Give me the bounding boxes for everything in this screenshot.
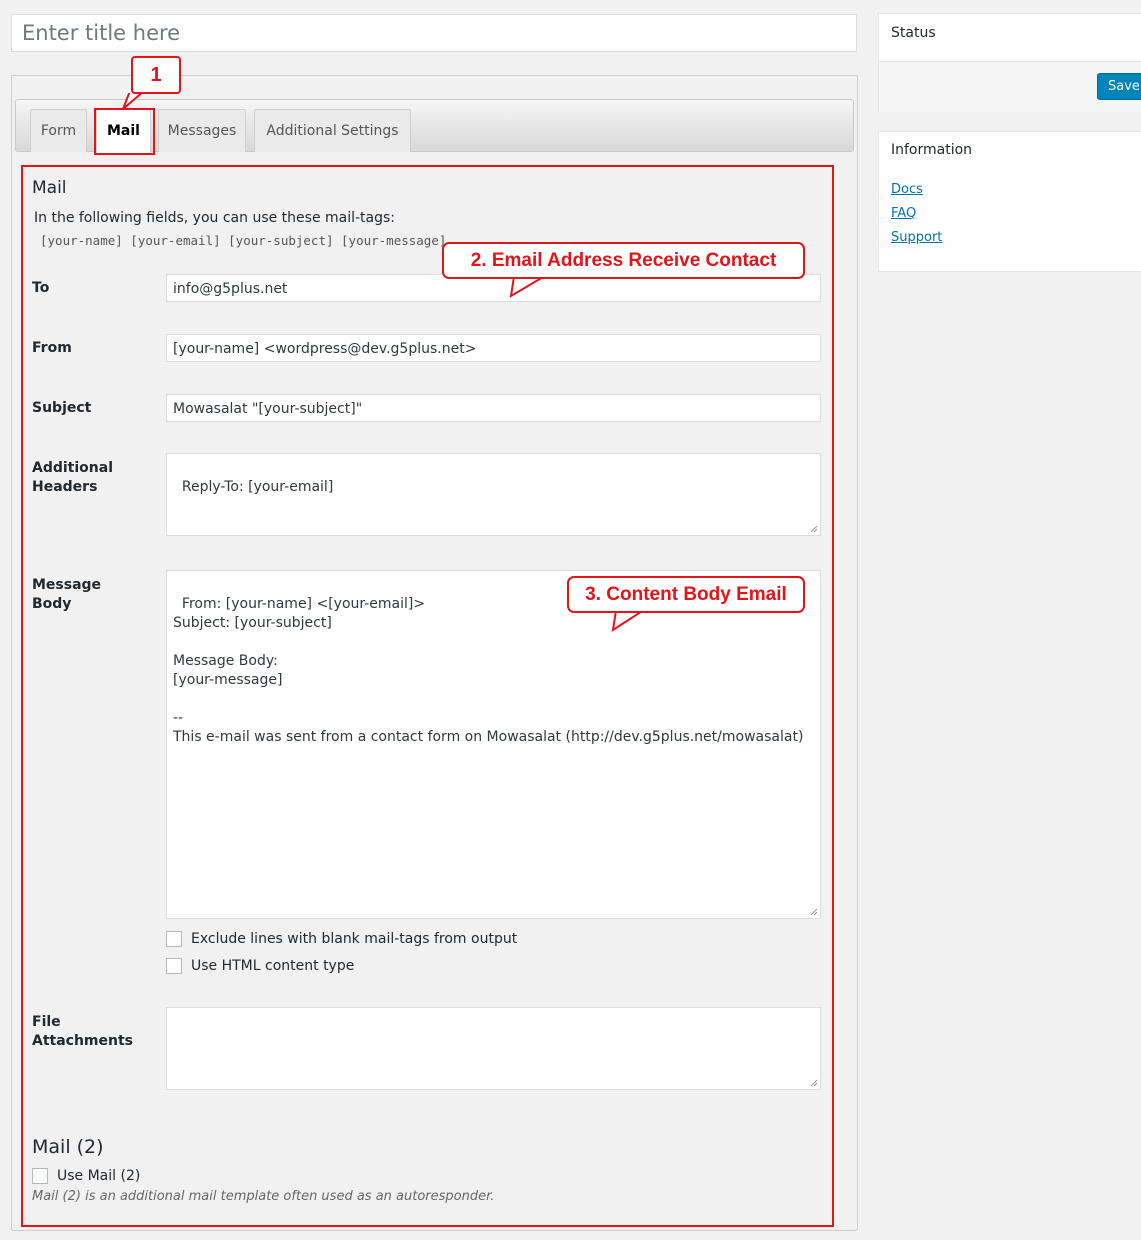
additional-headers-label: Additional Headers bbox=[32, 459, 113, 497]
save-button[interactable]: Save bbox=[1097, 73, 1141, 100]
mail-tags-note: In the following fields, you can use the… bbox=[34, 210, 396, 226]
message-body-textarea[interactable]: From: [your-name] <[your-email]> Subject… bbox=[166, 570, 821, 919]
mail-tags-list: [your-name] [your-email] [your-subject] … bbox=[40, 233, 447, 248]
use-mail2-checkbox[interactable] bbox=[32, 1168, 48, 1184]
additional-headers-label-line2: Headers bbox=[32, 479, 98, 495]
annotation-step-3: 3. Content Body Email bbox=[567, 576, 805, 613]
tab-form[interactable]: Form bbox=[30, 109, 87, 152]
from-field[interactable]: [your-name] <wordpress@dev.g5plus.net> bbox=[166, 334, 821, 362]
faq-link[interactable]: FAQ bbox=[891, 206, 916, 221]
to-label: To bbox=[32, 280, 50, 296]
resize-grip-icon[interactable] bbox=[810, 908, 818, 916]
resize-grip-icon[interactable] bbox=[810, 1079, 818, 1087]
message-body-label-line1: Message bbox=[32, 577, 102, 593]
annotation-step-1: 1 bbox=[131, 56, 181, 94]
use-html-label: Use HTML content type bbox=[191, 958, 355, 974]
exclude-blank-checkbox[interactable] bbox=[166, 931, 182, 947]
support-link[interactable]: Support bbox=[891, 230, 942, 245]
annotation-highlight-mail-tab bbox=[94, 108, 155, 155]
mail-heading: Mail bbox=[32, 178, 67, 198]
exclude-blank-label: Exclude lines with blank mail-tags from … bbox=[191, 931, 518, 947]
mail2-description: Mail (2) is an additional mail template … bbox=[32, 1189, 495, 1204]
file-attachments-label: File Attachments bbox=[32, 1013, 133, 1051]
message-body-label-line2: Body bbox=[32, 596, 72, 612]
file-attachments-textarea[interactable] bbox=[166, 1007, 821, 1090]
message-body-value: From: [your-name] <[your-email]> Subject… bbox=[173, 596, 804, 745]
status-title: Status bbox=[891, 25, 936, 41]
additional-headers-textarea[interactable]: Reply-To: [your-email] bbox=[166, 453, 821, 536]
file-attachments-label-line2: Attachments bbox=[32, 1033, 134, 1049]
tab-additional-settings[interactable]: Additional Settings bbox=[254, 109, 411, 152]
message-body-label: Message Body bbox=[32, 576, 101, 614]
annotation-step-2: 2. Email Address Receive Contact bbox=[442, 242, 805, 279]
use-html-checkbox[interactable] bbox=[166, 958, 182, 974]
information-title: Information bbox=[891, 142, 973, 158]
title-input[interactable]: Enter title here bbox=[11, 14, 857, 52]
docs-link[interactable]: Docs bbox=[891, 182, 923, 197]
tab-messages[interactable]: Messages bbox=[158, 109, 246, 152]
resize-grip-icon[interactable] bbox=[810, 525, 818, 533]
subject-field[interactable]: Mowasalat "[your-subject]" bbox=[166, 394, 821, 422]
use-mail2-label: Use Mail (2) bbox=[57, 1168, 141, 1184]
additional-headers-label-line1: Additional bbox=[32, 460, 113, 476]
from-label: From bbox=[32, 340, 72, 356]
subject-label: Subject bbox=[32, 400, 92, 416]
information-box: Information bbox=[878, 131, 1141, 272]
additional-headers-value: Reply-To: [your-email] bbox=[181, 479, 334, 495]
mail2-heading: Mail (2) bbox=[32, 1136, 104, 1158]
file-attachments-label-line1: File bbox=[32, 1014, 61, 1030]
